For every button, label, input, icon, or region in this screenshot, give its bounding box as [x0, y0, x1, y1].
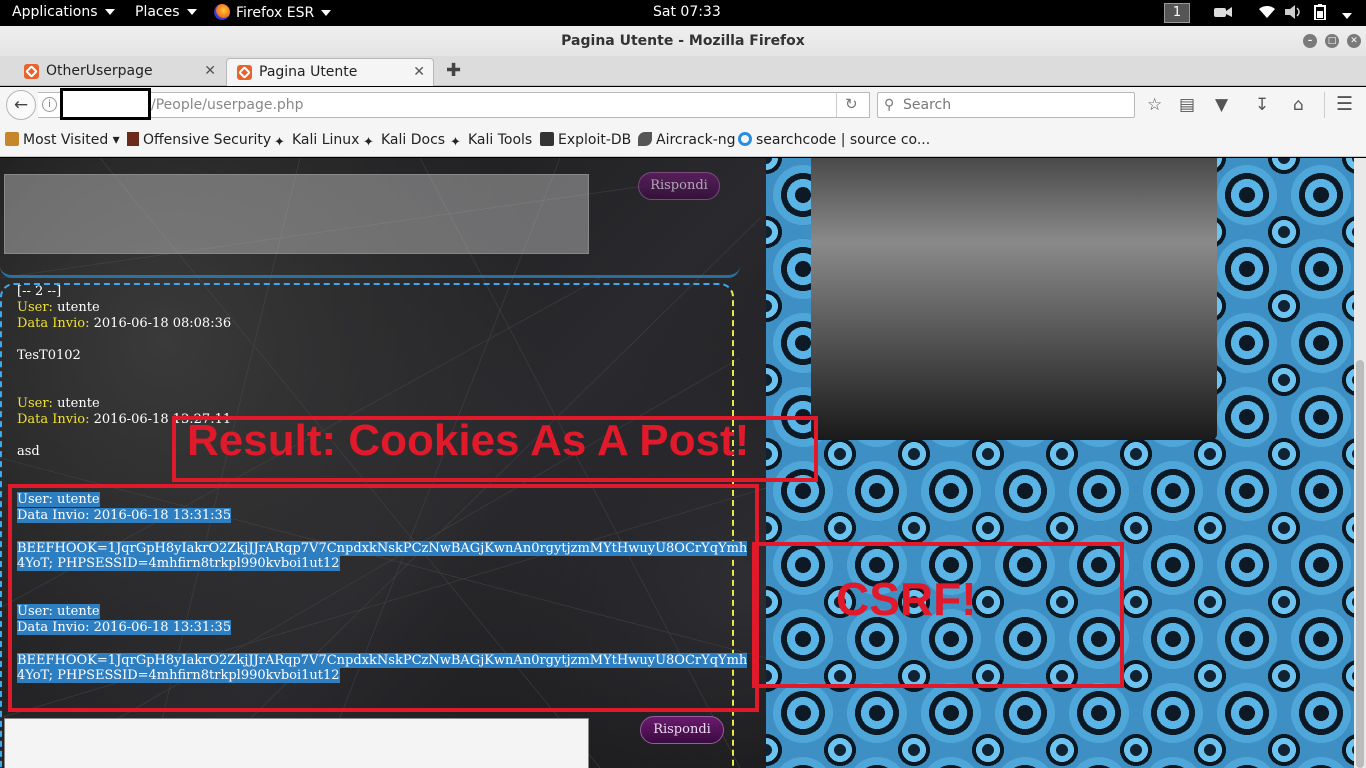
post-user-line: User: utente	[17, 396, 100, 411]
hamburger-menu-icon[interactable]: ☰	[1336, 93, 1353, 115]
scrollbar-thumb[interactable]	[1356, 360, 1364, 768]
offsec-icon	[127, 132, 139, 146]
url-path: /People/userpage.php	[151, 97, 304, 113]
firefox-icon	[214, 4, 230, 20]
post-body: asd	[17, 444, 40, 459]
reply-textarea-bottom[interactable]	[4, 718, 589, 768]
search-icon: ⚲	[884, 97, 895, 113]
chevron-down-icon	[186, 9, 197, 15]
minimize-button[interactable]: –	[1303, 34, 1317, 48]
tab-label: OtherUserpage	[46, 63, 153, 79]
downloads-icon[interactable]: ↧	[1255, 95, 1269, 115]
bookmark-label: Offensive Security	[143, 132, 272, 148]
power-menu-chevron-icon[interactable]	[1342, 8, 1352, 24]
reload-icon[interactable]: ↻	[845, 95, 858, 113]
navigation-toolbar: ← i /People/userpage.php ↻ ⚲ Search ☆ ▤ …	[0, 87, 1366, 124]
page-content: Rispondi [-- 2 --] User: utente Data Inv…	[0, 158, 1366, 768]
bookmark-offensive-security[interactable]: Offensive Security	[127, 132, 271, 148]
chevron-down-icon	[321, 10, 332, 16]
applications-menu[interactable]: Applications	[12, 4, 115, 20]
reply-button-top[interactable]: Rispondi	[638, 172, 720, 200]
decorative-metal-image	[811, 158, 1217, 440]
volume-icon[interactable]	[1285, 5, 1303, 23]
redacted-domain-box	[60, 88, 151, 120]
kali-dragon-icon: ✦	[274, 135, 285, 150]
wifi-icon[interactable]	[1258, 5, 1276, 23]
tab-strip: OtherUserpage ✕ Pagina Utente ✕	[0, 56, 1366, 86]
firefox-label: Firefox ESR	[236, 5, 315, 21]
cookies-highlight-box	[8, 484, 759, 712]
applications-label: Applications	[12, 4, 98, 20]
bookmark-kali-docs[interactable]: ✦ Kali Docs	[363, 132, 446, 150]
clock[interactable]: Sat 07:33	[653, 4, 721, 20]
places-label: Places	[135, 4, 180, 20]
bookmark-searchcode[interactable]: searchcode | source co...	[738, 132, 930, 148]
bookmark-label: Most Visited ▾	[23, 132, 120, 148]
places-menu[interactable]: Places	[135, 4, 197, 20]
post-user-line: User: utente	[17, 300, 100, 315]
bookmark-label: Kali Linux	[292, 132, 360, 148]
result-annotation-text: Result: Cookies As A Post!	[187, 416, 750, 465]
bookmark-most-visited[interactable]: Most Visited ▾	[5, 132, 120, 148]
tab-pagina-utente[interactable]: Pagina Utente ✕	[226, 58, 434, 86]
maximize-button[interactable]: □	[1325, 34, 1339, 48]
close-tab-icon[interactable]: ✕	[413, 59, 425, 85]
new-tab-button[interactable]: ✚	[446, 60, 461, 81]
close-window-button[interactable]: ✕	[1347, 34, 1361, 48]
workspace-indicator[interactable]: 1	[1164, 3, 1190, 23]
bookmark-kali-tools[interactable]: ✦ Kali Tools	[450, 132, 533, 150]
reading-list-icon[interactable]: ▤	[1179, 95, 1195, 115]
bookmark-label: searchcode | source co...	[756, 132, 931, 148]
bookmark-label: Aircrack-ng	[656, 132, 736, 148]
firefox-app-menu[interactable]: Firefox ESR	[214, 4, 332, 21]
home-icon[interactable]: ⌂	[1293, 95, 1304, 115]
info-icon[interactable]: i	[42, 97, 57, 112]
close-tab-icon[interactable]: ✕	[204, 58, 216, 84]
pocket-icon[interactable]: ▼	[1215, 95, 1228, 115]
bookmark-label: Kali Docs	[381, 132, 446, 148]
search-input[interactable]: ⚲ Search	[877, 92, 1135, 118]
bookmark-label: Exploit-DB	[558, 132, 632, 148]
window-title: Pagina Utente - Mozilla Firefox	[561, 33, 805, 49]
post-divider	[0, 248, 740, 278]
reply-textarea-top[interactable]	[4, 174, 589, 254]
csrf-annotation-text: CSRF!	[836, 573, 977, 625]
camera-icon[interactable]	[1214, 5, 1232, 18]
battery-icon[interactable]	[1313, 4, 1333, 24]
post-date-line: Data Invio: 2016-06-18 08:08:36	[17, 316, 232, 331]
post-header: [-- 2 --]	[17, 284, 62, 299]
post-body: TesT0102	[17, 348, 81, 363]
tab-label: Pagina Utente	[259, 64, 358, 80]
aircrack-icon	[638, 132, 652, 146]
site-favicon-icon	[24, 64, 39, 79]
bookmark-star-icon[interactable]: ☆	[1147, 95, 1162, 115]
site-favicon-icon	[237, 65, 252, 80]
page-scrollbar[interactable]	[1354, 158, 1366, 768]
search-placeholder: Search	[903, 97, 952, 113]
folder-icon	[5, 132, 19, 146]
exploit-db-icon	[540, 132, 554, 146]
bookmark-exploit-db[interactable]: Exploit-DB	[540, 132, 631, 148]
bookmark-kali-linux[interactable]: ✦ Kali Linux	[274, 132, 360, 150]
tab-otheruserpage[interactable]: OtherUserpage ✕	[14, 58, 224, 86]
searchcode-icon	[738, 132, 752, 146]
back-button[interactable]: ←	[6, 90, 36, 120]
bookmarks-toolbar: Most Visited ▾ Offensive Security ✦ Kali …	[0, 124, 1366, 157]
kali-dragon-icon: ✦	[363, 135, 374, 150]
chevron-down-icon	[104, 9, 115, 15]
window-titlebar: Pagina Utente - Mozilla Firefox – □ ✕	[0, 26, 1366, 56]
gnome-top-bar: Applications Places Firefox ESR Sat 07:3…	[0, 0, 1366, 26]
url-bar[interactable]: i /People/userpage.php ↻	[38, 92, 870, 118]
bookmark-aircrack-ng[interactable]: Aircrack-ng	[638, 132, 736, 148]
reply-button-bottom[interactable]: Rispondi	[640, 716, 724, 744]
bookmark-label: Kali Tools	[468, 132, 533, 148]
kali-dragon-icon: ✦	[450, 135, 461, 150]
